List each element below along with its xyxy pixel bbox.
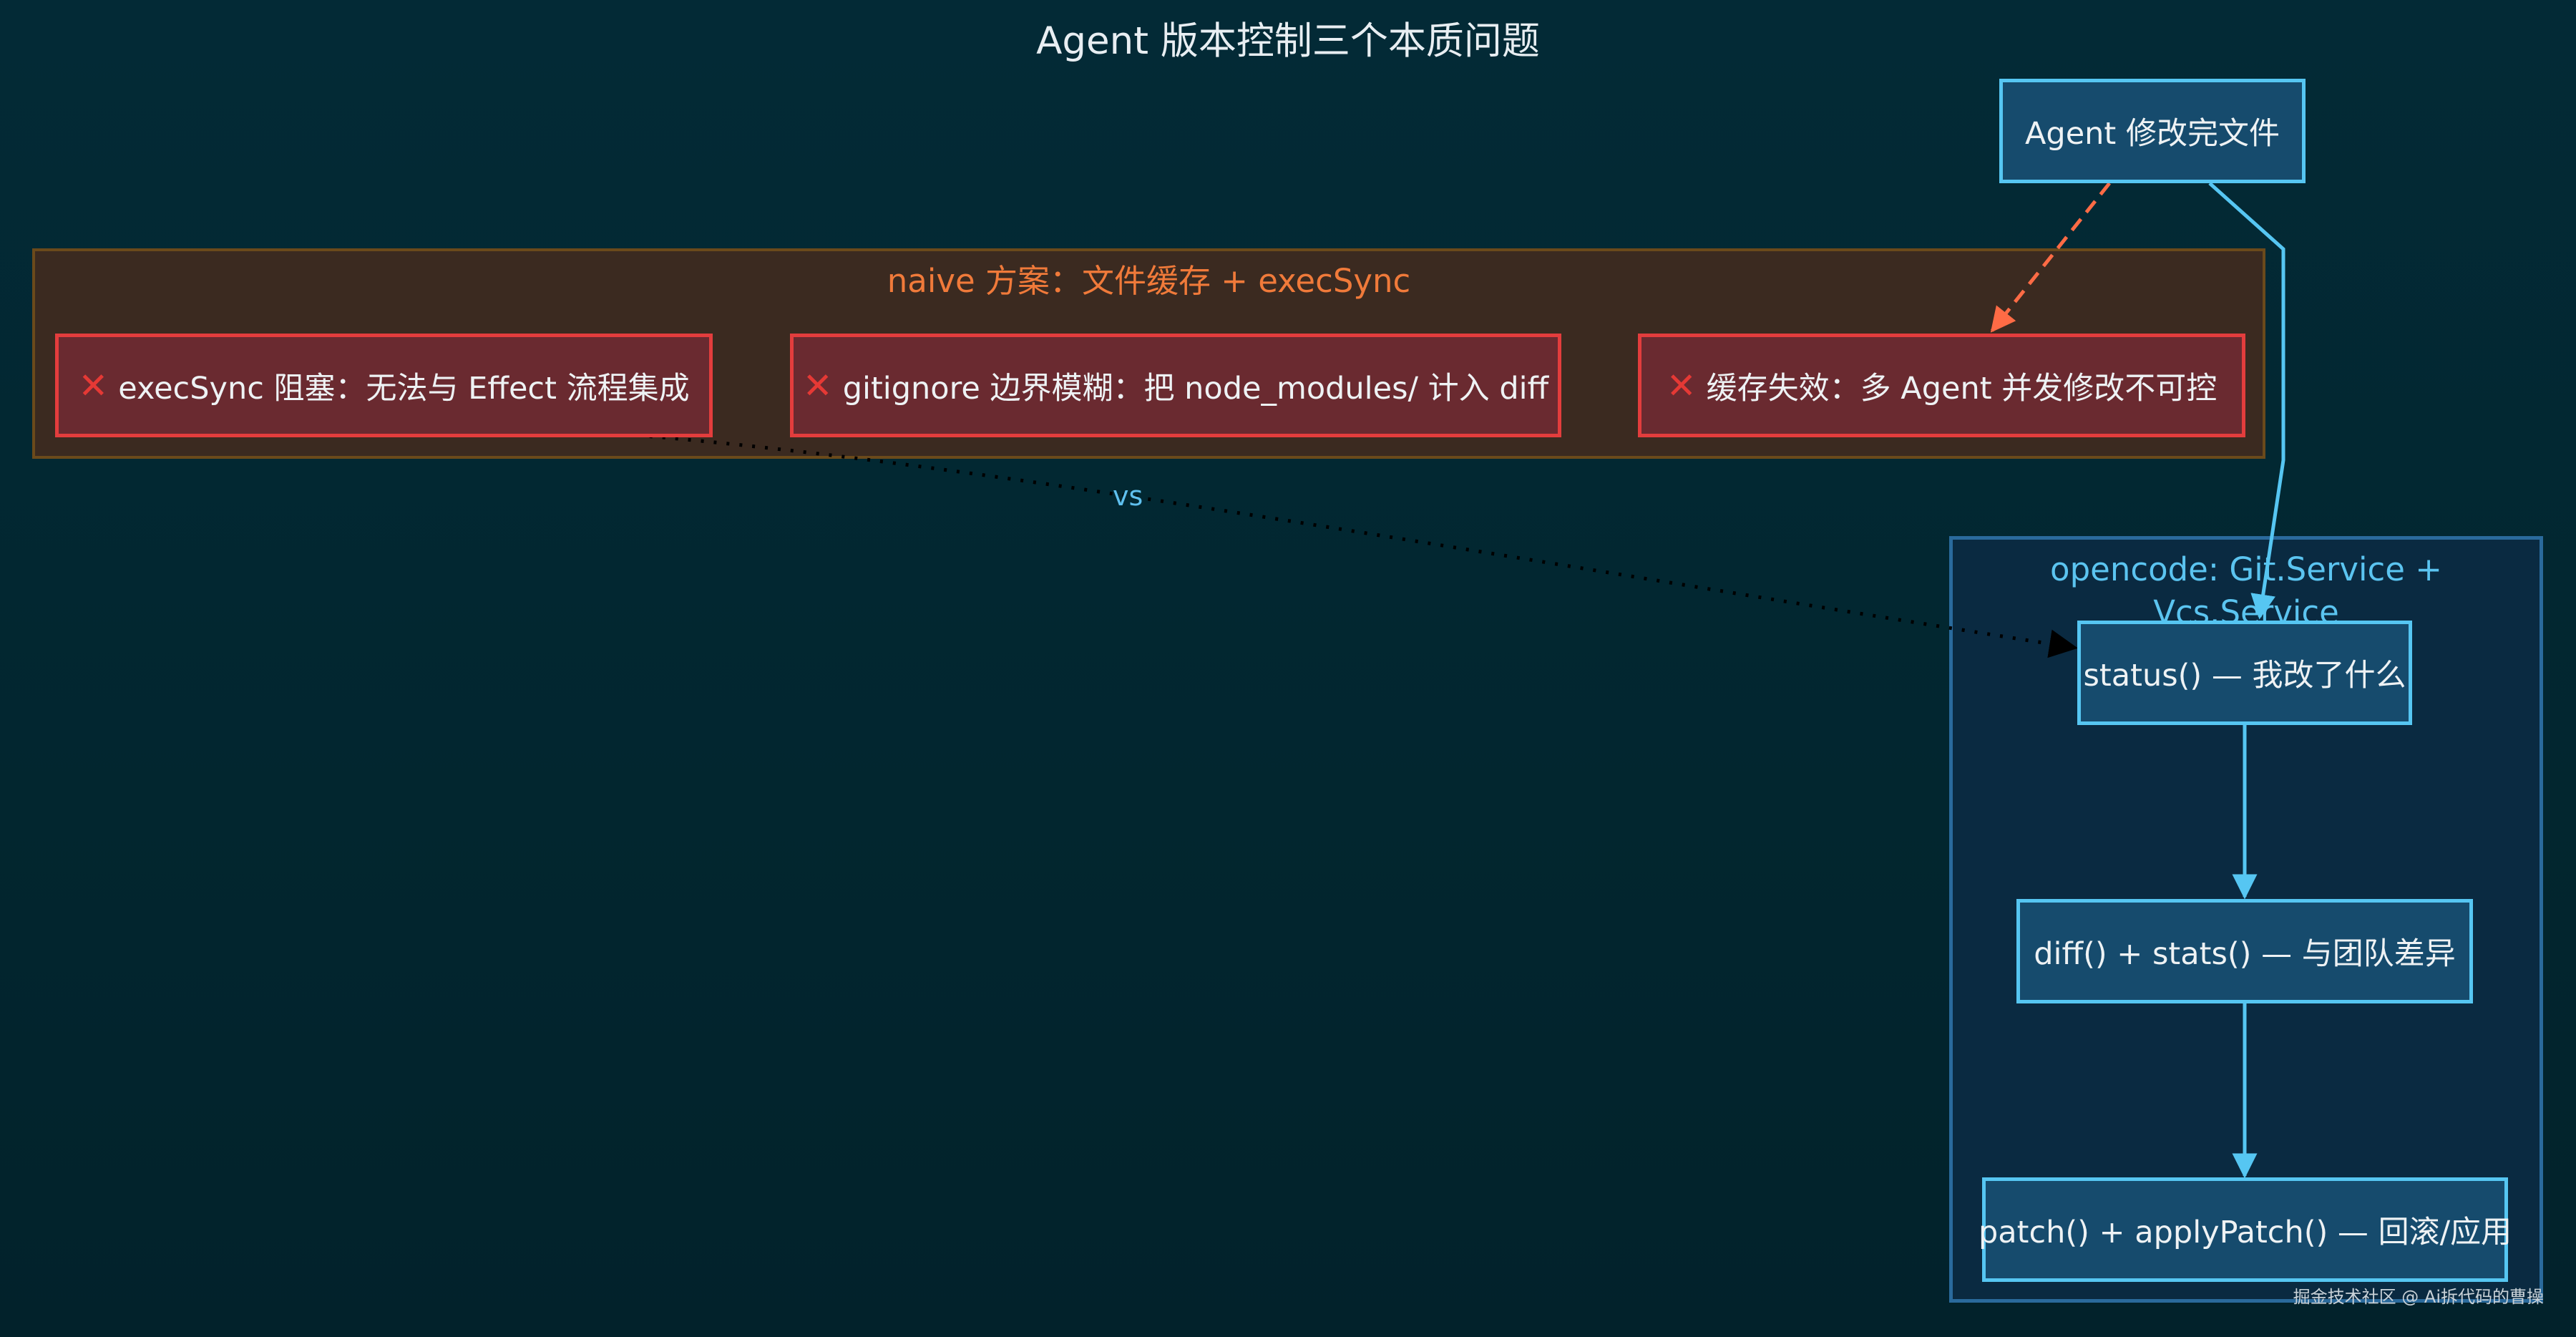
vs-edge-label: vs	[1113, 480, 1143, 512]
agent-modified-files-node: Agent 修改完文件	[1999, 79, 2306, 183]
diagram-canvas: Agent 版本控制三个本质问题 naive 方案：文件缓存 + execSyn…	[0, 0, 2576, 1337]
problem-label: gitignore 边界模糊：把 node_modules/ 计入 diff	[842, 370, 1549, 407]
agent-node-label: Agent 修改完文件	[2025, 116, 2280, 152]
step-node-status: status() — 我改了什么	[2077, 621, 2412, 725]
problem-node-execsync: ✕ execSync 阻塞：无法与 Effect 流程集成	[55, 334, 713, 437]
step-node-diff-stats: diff() + stats() — 与团队差异	[2016, 899, 2473, 1003]
cross-mark-icon: ✕	[1666, 364, 1697, 407]
watermark: 掘金技术社区 @ Ai拆代码的曹操	[2293, 1287, 2544, 1307]
edge-execsync-to-status	[636, 433, 2078, 658]
cross-mark-icon: ✕	[78, 364, 109, 407]
cross-mark-icon: ✕	[802, 364, 833, 407]
step-label: status() — 我改了什么	[2083, 658, 2406, 694]
step-node-patch: patch() + applyPatch() — 回滚/应用	[1979, 1177, 2512, 1282]
step-label: patch() + applyPatch() — 回滚/应用	[1978, 1215, 2512, 1250]
problem-node-cache-failure: ✕ 缓存失效：多 Agent 并发修改不可控	[1638, 334, 2245, 437]
problem-label: 缓存失效：多 Agent 并发修改不可控	[1706, 370, 2218, 407]
edge-agent-to-cache-failure	[1990, 182, 2111, 333]
step-label: diff() + stats() — 与团队差异	[2034, 936, 2456, 972]
problem-node-gitignore: ✕ gitignore 边界模糊：把 node_modules/ 计入 diff	[790, 334, 1561, 437]
problem-label: execSync 阻塞：无法与 Effect 流程集成	[118, 370, 690, 407]
